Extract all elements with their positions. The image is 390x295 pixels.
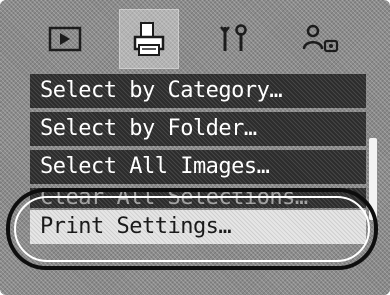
camera-menu-screen: Select by Category… Select by Folder… Se… [0, 0, 390, 295]
user-settings-icon [299, 21, 343, 57]
menu-item-label: Clear All Selections… [40, 188, 308, 208]
menu-item-label: Select by Folder… [40, 116, 257, 141]
play-icon [47, 24, 83, 54]
menu-tab-bar [10, 8, 378, 69]
menu-item-select-by-folder[interactable]: Select by Folder… [30, 112, 366, 146]
tools-icon [215, 21, 255, 57]
menu-scrollbar[interactable] [369, 138, 377, 220]
menu-item-label: Select All Images… [40, 154, 270, 179]
menu-item-label: Select by Category… [40, 78, 283, 103]
menu-item-select-all-images[interactable]: Select All Images… [30, 150, 366, 184]
print-icon [129, 19, 169, 59]
menu-item-print-settings[interactable]: Print Settings… [30, 210, 366, 244]
tab-tools[interactable] [206, 10, 264, 68]
menu-item-label: Print Settings… [40, 214, 232, 239]
tab-playback[interactable] [36, 10, 94, 68]
tab-print[interactable] [119, 9, 179, 69]
menu-item-clear-all-selections[interactable]: Clear All Selections… [30, 188, 366, 208]
menu-item-select-by-category[interactable]: Select by Category… [30, 74, 366, 108]
tab-my-settings[interactable] [292, 10, 350, 68]
